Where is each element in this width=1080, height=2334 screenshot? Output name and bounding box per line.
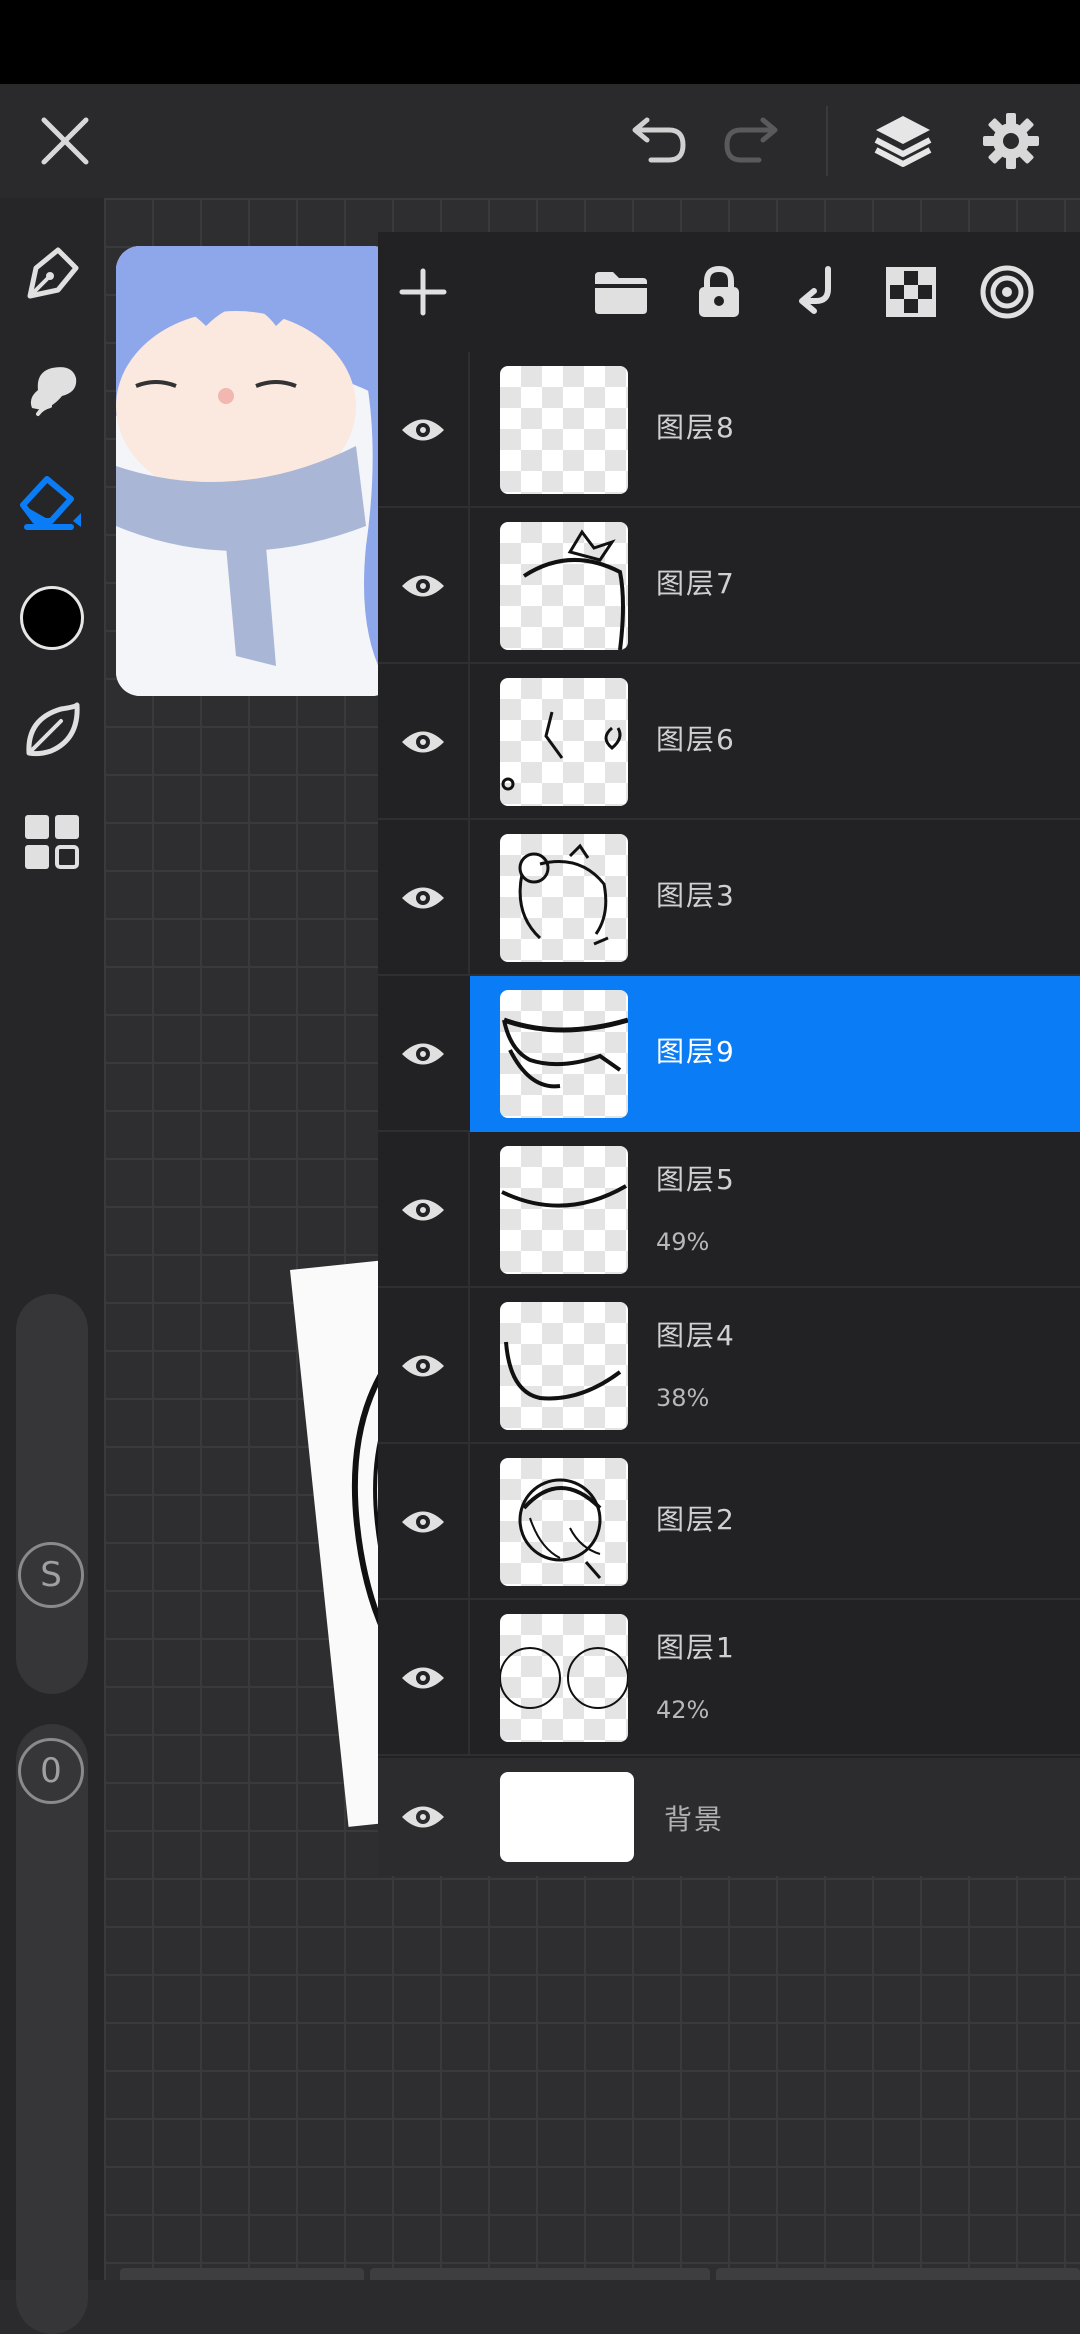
layer-name: 图层8: [656, 411, 736, 444]
brush-size-slider[interactable]: [16, 1294, 88, 1694]
layer-row-selected[interactable]: 图层9: [378, 976, 1080, 1132]
layer-opacity: 42%: [656, 1696, 710, 1724]
grid-menu[interactable]: [0, 792, 104, 892]
background-layer-row[interactable]: 背景: [378, 1758, 1080, 1876]
pen-tool[interactable]: [0, 224, 104, 324]
layer-thumbnail: [500, 1614, 628, 1742]
clipping-mask-button[interactable]: [866, 232, 956, 352]
eye-icon: [402, 731, 444, 753]
layers-panel: 图层8 图层7 图层6 图层3 图层9 图层5 49% 图层4 38% 图层2 …: [378, 232, 1080, 1876]
layer-row[interactable]: 图层1 42%: [378, 1600, 1080, 1756]
visibility-toggle[interactable]: [378, 1288, 468, 1444]
layer-name: 图层1: [656, 1631, 736, 1664]
merge-down-button[interactable]: [770, 232, 860, 352]
visibility-toggle[interactable]: [378, 1758, 468, 1876]
layer-row[interactable]: 图层4 38%: [378, 1288, 1080, 1444]
visibility-toggle[interactable]: [378, 352, 468, 508]
color-picker[interactable]: [0, 568, 104, 668]
brush-opacity-knob[interactable]: 0: [18, 1738, 84, 1804]
background-layer-name: 背景: [664, 1803, 725, 1836]
grid-icon: [25, 815, 79, 869]
target-icon: [980, 265, 1034, 319]
toolbar-separator: [826, 106, 828, 176]
eye-icon: [402, 887, 444, 909]
layer-thumbnail: [500, 1302, 628, 1430]
eye-icon: [402, 1043, 444, 1065]
visibility-toggle[interactable]: [378, 976, 468, 1132]
smudge-tool[interactable]: [0, 338, 104, 438]
brush-size-knob[interactable]: S: [18, 1542, 84, 1608]
layer-name: 图层7: [656, 567, 736, 600]
eye-icon: [402, 1667, 444, 1689]
visibility-toggle[interactable]: [378, 508, 468, 664]
visibility-toggle[interactable]: [378, 1600, 468, 1756]
eye-icon: [402, 1355, 444, 1377]
lock-layer-button[interactable]: [674, 232, 764, 352]
layer-row[interactable]: 图层8: [378, 352, 1080, 508]
undo-button[interactable]: [612, 84, 702, 198]
layer-name: 图层6: [656, 723, 736, 756]
layer-thumbnail: [500, 834, 628, 962]
pen-icon: [27, 247, 79, 299]
brush-opacity-slider[interactable]: [16, 1724, 88, 2334]
redo-button[interactable]: [708, 84, 798, 198]
current-color-swatch: [20, 586, 84, 650]
layer-name: 图层5: [656, 1163, 736, 1196]
visibility-toggle[interactable]: [378, 1132, 468, 1288]
layer-name: 图层3: [656, 879, 736, 912]
layer-thumbnail: [500, 1458, 628, 1586]
layer-effects-button[interactable]: [962, 232, 1052, 352]
tool-sidebar: S 0: [0, 198, 104, 2334]
material-tool[interactable]: [0, 680, 104, 780]
folder-icon: [595, 272, 647, 314]
reference-image[interactable]: [116, 246, 396, 696]
background-thumbnail: [500, 1772, 634, 1862]
eye-icon: [402, 1806, 444, 1828]
close-button[interactable]: [20, 84, 110, 198]
layer-thumbnail: [500, 522, 628, 650]
visibility-toggle[interactable]: [378, 820, 468, 976]
smudge-icon: [30, 367, 77, 416]
top-toolbar: [0, 84, 1080, 198]
layer-thumbnail: [500, 1146, 628, 1274]
layer-name: 图层9: [656, 1035, 736, 1068]
checker-icon: [886, 267, 936, 317]
close-icon: [41, 117, 89, 165]
eye-icon: [402, 575, 444, 597]
layer-opacity: 49%: [656, 1228, 710, 1256]
merge-down-icon: [799, 266, 831, 314]
layer-row[interactable]: 图层7: [378, 508, 1080, 664]
eye-icon: [402, 419, 444, 441]
leaf-icon: [26, 702, 80, 757]
add-layer-button[interactable]: [378, 232, 468, 352]
layer-row[interactable]: 图层6: [378, 664, 1080, 820]
eraser-tool[interactable]: [0, 450, 104, 550]
layer-row[interactable]: 图层3: [378, 820, 1080, 976]
layer-thumbnail: [500, 678, 628, 806]
layer-row[interactable]: 图层2: [378, 1444, 1080, 1600]
add-icon: [399, 268, 447, 316]
eye-icon: [402, 1199, 444, 1221]
layer-opacity: 38%: [656, 1384, 710, 1412]
undo-icon: [632, 117, 686, 163]
layers-panel-header: [378, 232, 1080, 352]
eraser-icon: [20, 476, 81, 530]
layer-name: 图层2: [656, 1503, 736, 1536]
layer-thumbnail: [500, 990, 628, 1118]
redo-icon: [724, 117, 778, 163]
eye-icon: [402, 1511, 444, 1533]
layers-button[interactable]: [858, 84, 948, 198]
layer-thumbnail: [500, 366, 628, 494]
layer-row[interactable]: 图层5 49%: [378, 1132, 1080, 1288]
gear-icon: [983, 113, 1039, 169]
layer-name: 图层4: [656, 1319, 736, 1352]
bottom-edge-tabs: [120, 2268, 1080, 2280]
status-bar: [0, 0, 1080, 84]
visibility-toggle[interactable]: [378, 664, 468, 820]
add-folder-button[interactable]: [576, 232, 666, 352]
visibility-toggle[interactable]: [378, 1444, 468, 1600]
lock-icon: [699, 265, 739, 317]
layers-icon: [874, 116, 932, 167]
settings-button[interactable]: [966, 84, 1056, 198]
